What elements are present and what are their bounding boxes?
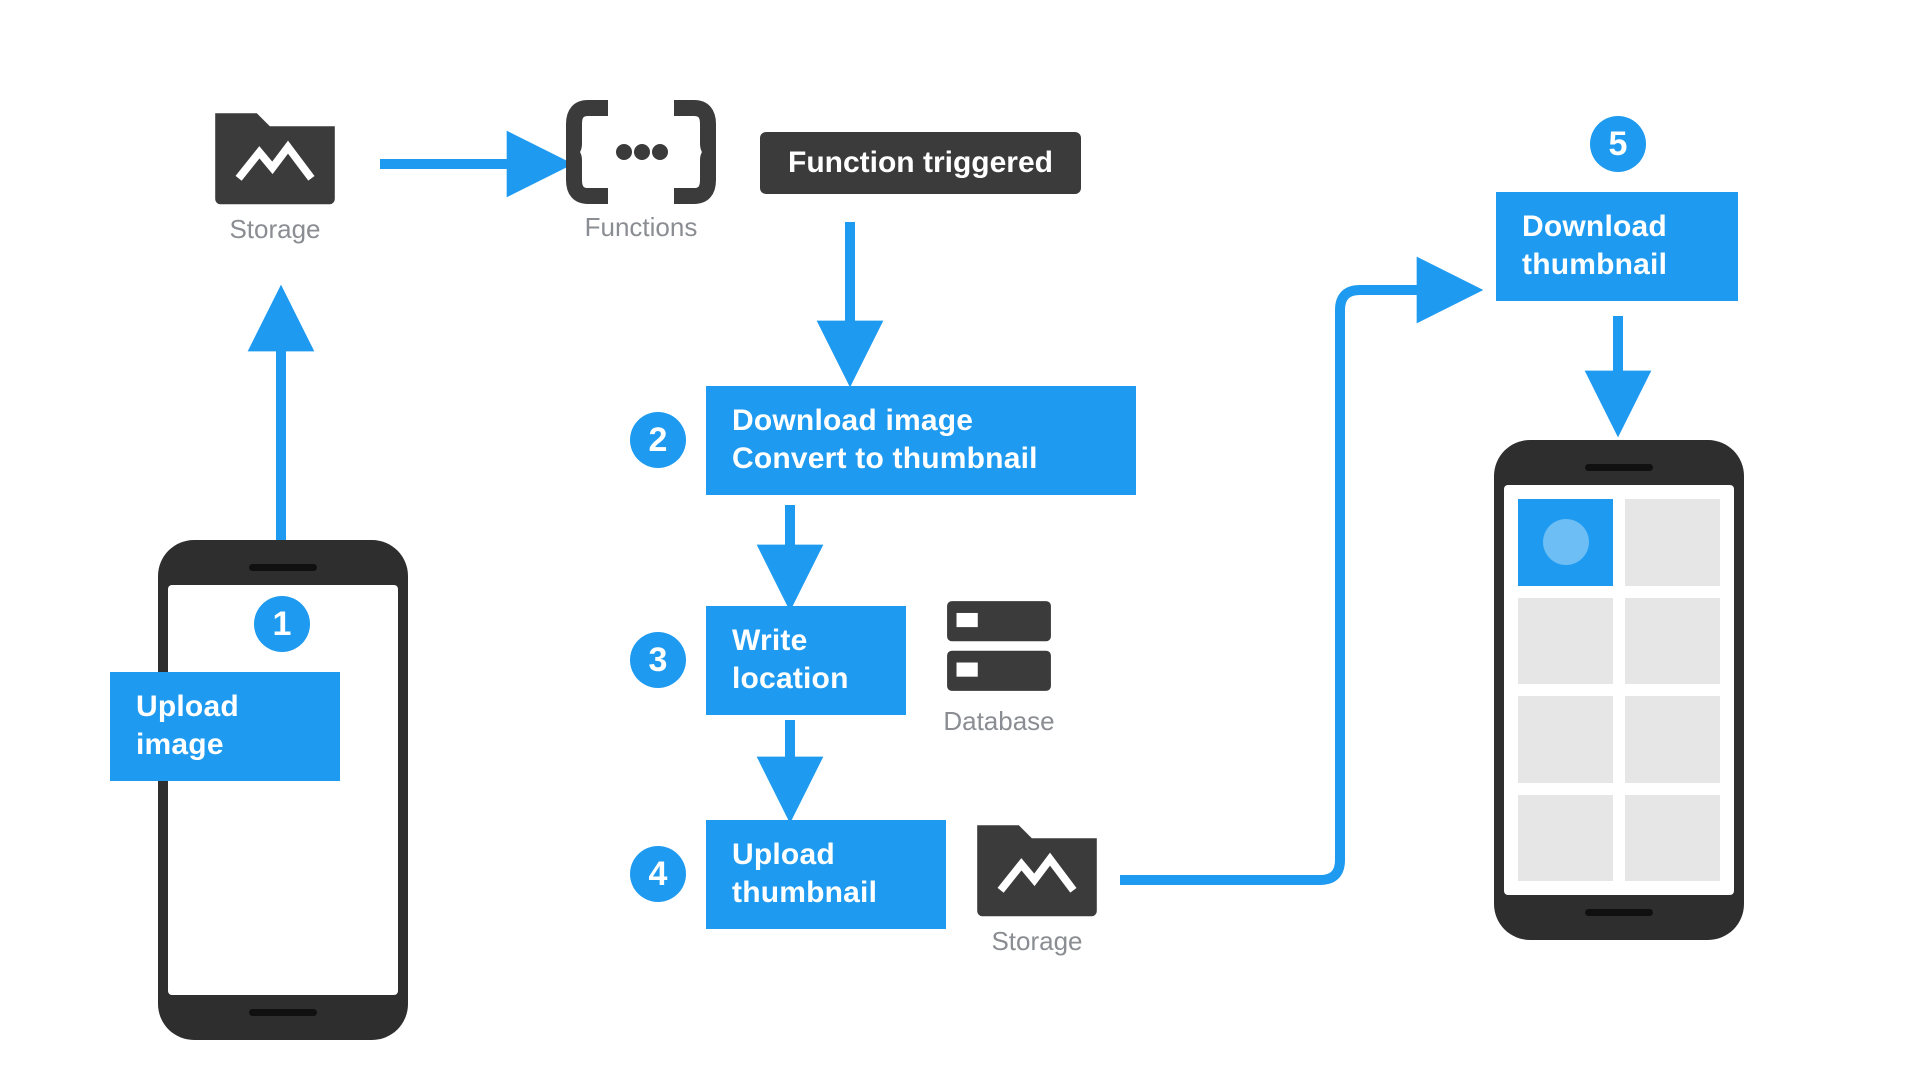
step-5-line1: Download — [1522, 208, 1712, 246]
step-4-card: Upload thumbnail — [706, 820, 946, 929]
storage-mid-block: Storage — [972, 808, 1102, 957]
step-1-badge: 1 — [254, 596, 310, 652]
storage-top-caption: Storage — [229, 214, 320, 245]
thumbnail-tile — [1518, 696, 1613, 783]
step-5-badge: 5 — [1590, 116, 1646, 172]
step-3-badge: 3 — [630, 632, 686, 688]
step-4-line1: Upload — [732, 836, 920, 874]
step-2-line2: Convert to thumbnail — [732, 440, 1110, 478]
step-3-line1: Write — [732, 622, 880, 660]
step-3-line2: location — [732, 660, 880, 698]
database-icon — [940, 594, 1058, 698]
phone-right-screen — [1504, 485, 1734, 895]
step-4-badge: 4 — [630, 846, 686, 902]
storage-folder-icon — [210, 96, 340, 206]
phone-right — [1494, 440, 1744, 940]
thumbnail-tile — [1518, 598, 1613, 685]
functions-caption: Functions — [585, 212, 698, 243]
thumbnail-tile — [1625, 696, 1720, 783]
diagram-canvas: Storage Functions Function triggered 1 U… — [0, 0, 1920, 1080]
step-1-text: Upload image — [136, 690, 239, 761]
thumbnail-tile — [1625, 598, 1720, 685]
storage-folder-icon — [972, 808, 1102, 918]
step-5-card: Download thumbnail — [1496, 192, 1738, 301]
thumbnail-tile — [1625, 795, 1720, 882]
thumbnail-tile — [1518, 795, 1613, 882]
step-2-badge: 2 — [630, 412, 686, 468]
step-2-line1: Download image — [732, 402, 1110, 440]
thumbnail-tile — [1625, 499, 1720, 586]
storage-top-block: Storage — [210, 96, 340, 245]
step-4-line2: thumbnail — [732, 874, 920, 912]
step-5-line2: thumbnail — [1522, 246, 1712, 284]
database-block: Database — [940, 594, 1058, 737]
function-triggered-label: Function triggered — [760, 132, 1081, 194]
thumbnail-tile-active — [1518, 499, 1613, 586]
database-caption: Database — [943, 706, 1054, 737]
step-3-card: Write location — [706, 606, 906, 715]
functions-block: Functions — [566, 100, 716, 243]
step-2-card: Download image Convert to thumbnail — [706, 386, 1136, 495]
functions-icon — [566, 100, 716, 204]
storage-mid-caption: Storage — [991, 926, 1082, 957]
step-1-card: Upload image — [110, 672, 340, 781]
